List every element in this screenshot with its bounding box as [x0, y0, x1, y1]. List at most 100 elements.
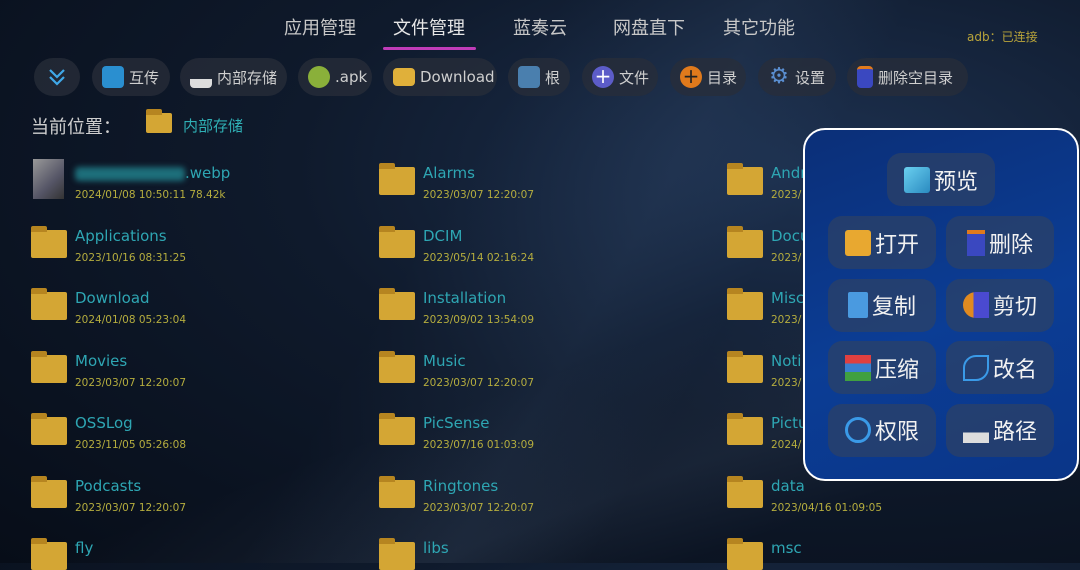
file-name: DCIM [423, 227, 463, 245]
folder-icon [379, 163, 415, 195]
file-date: 2023/ [771, 314, 802, 326]
storage-icon [190, 66, 212, 88]
download-button[interactable]: Download [383, 58, 497, 96]
folder-icon [146, 109, 172, 133]
folder-icon [379, 288, 415, 320]
apk-label: .apk [335, 68, 368, 86]
action-label: 剪切 [992, 295, 1037, 320]
action-button-3[interactable]: 剪切 [946, 278, 1054, 332]
action-button-2[interactable]: 复制 [828, 278, 936, 332]
copy-icon [847, 292, 868, 318]
user-lock-icon [844, 417, 871, 443]
root-icon [518, 66, 540, 88]
tab-cloud-direct[interactable]: 网盘直下 [613, 14, 685, 40]
share-icon [102, 66, 124, 88]
file-date: 2023/07/16 01:03:09 [423, 439, 535, 451]
file-name: OSSLog [75, 414, 133, 432]
action-button-1[interactable]: 删除 [946, 216, 1054, 269]
folder-icon [727, 413, 763, 445]
new-folder-button[interactable]: + 目录 [670, 58, 746, 96]
folder-icon [31, 476, 67, 508]
file-name: Andr [771, 164, 807, 182]
file-date: 2023/03/07 12:20:07 [75, 377, 187, 389]
file-name: Ringtones [423, 477, 499, 495]
location-label: 当前位置： [31, 117, 121, 138]
folder-icon [31, 538, 67, 570]
file-date: 2023/03/07 12:20:07 [423, 189, 535, 201]
file-date: 2023/03/07 12:20:07 [423, 377, 535, 389]
folder-icon [727, 226, 763, 258]
action-label: 压缩 [874, 357, 919, 383]
file-name: Misc [771, 289, 805, 307]
root-button[interactable]: 根 [508, 58, 570, 96]
action-label: 打开 [874, 232, 919, 258]
trash-icon [966, 229, 985, 256]
delete-empty-dirs-button[interactable]: 删除空目录 [847, 58, 968, 96]
folder-icon [379, 351, 415, 383]
active-tab-indicator [383, 47, 476, 50]
folder-icon [31, 288, 67, 320]
apk-button[interactable]: .apk [298, 58, 372, 96]
action-button-7[interactable]: 路径 [946, 403, 1054, 457]
file-name: Applications [75, 227, 167, 245]
file-name: .webp [75, 164, 230, 182]
folder-icon [31, 351, 67, 383]
internal-storage-button[interactable]: 内部存储 [180, 58, 287, 96]
action-button-6[interactable]: 权限 [828, 403, 936, 457]
action-label: 改名 [992, 357, 1037, 383]
location-path[interactable]: 内部存储 [183, 115, 243, 136]
share-label: 互传 [129, 68, 160, 87]
file-date: 2023/ [771, 189, 802, 201]
main-tabs: 应用管理 文件管理 蓝奏云 网盘直下 其它功能 [0, 14, 1080, 54]
collapse-button[interactable] [34, 58, 80, 96]
plus-circle-icon: + [680, 66, 702, 88]
file-date: 2023/10/16 08:31:25 [75, 252, 187, 264]
file-name: libs [423, 539, 449, 557]
adb-status: adb：已连接 [967, 30, 1038, 44]
redacted-name [75, 166, 185, 181]
internal-storage-label: 内部存储 [217, 68, 278, 87]
file-date: 2023/09/02 13:54:09 [423, 314, 535, 326]
tab-file-management[interactable]: 文件管理 [393, 14, 465, 40]
folder-icon [727, 538, 763, 570]
download-label: Download [420, 68, 495, 86]
file-name: data [771, 477, 805, 495]
tab-app-management[interactable]: 应用管理 [284, 14, 356, 40]
action-button-0[interactable]: 打开 [828, 216, 936, 269]
file-name: msc [771, 539, 802, 557]
new-file-button[interactable]: + 文件 [582, 58, 658, 96]
action-button-4[interactable]: 压缩 [828, 341, 936, 394]
tab-lanzou-cloud[interactable]: 蓝奏云 [513, 14, 567, 40]
settings-label: 设置 [795, 68, 826, 87]
action-label: 路径 [992, 420, 1037, 445]
file-name: Alarms [423, 164, 475, 182]
root-label: 根 [545, 68, 561, 87]
folder-icon [727, 351, 763, 383]
share-button[interactable]: 互传 [92, 58, 170, 96]
path-icon [962, 417, 989, 443]
file-name: Installation [423, 289, 507, 307]
preview-icon [903, 166, 930, 193]
file-date: 2023/05/14 02:16:24 [423, 252, 535, 264]
folder-icon [727, 288, 763, 320]
action-label: 复制 [871, 295, 916, 320]
folder-icon [727, 476, 763, 508]
folder-icon [31, 413, 67, 445]
preview-button[interactable]: 预览 [887, 153, 995, 206]
file-date: 2023/03/07 12:20:07 [423, 502, 535, 514]
archive-icon [844, 354, 871, 381]
file-name: Noti [771, 352, 802, 370]
file-date: 2024/01/08 10:50:11 78.42k [75, 189, 226, 201]
file-date: 2023/ [771, 252, 802, 264]
settings-button[interactable]: ⚙ 设置 [758, 58, 836, 96]
chevron-double-down-icon [49, 69, 65, 86]
file-date: 2023/11/05 05:26:08 [75, 439, 187, 451]
action-button-5[interactable]: 改名 [946, 341, 1054, 394]
plus-circle-icon: + [592, 66, 614, 88]
android-icon [308, 66, 330, 88]
new-file-label: 文件 [619, 68, 650, 87]
file-date: 2024/01/08 05:23:04 [75, 314, 187, 326]
tab-other-functions[interactable]: 其它功能 [723, 14, 795, 40]
action-label: 删除 [988, 232, 1033, 258]
file-name: fly [75, 539, 94, 557]
